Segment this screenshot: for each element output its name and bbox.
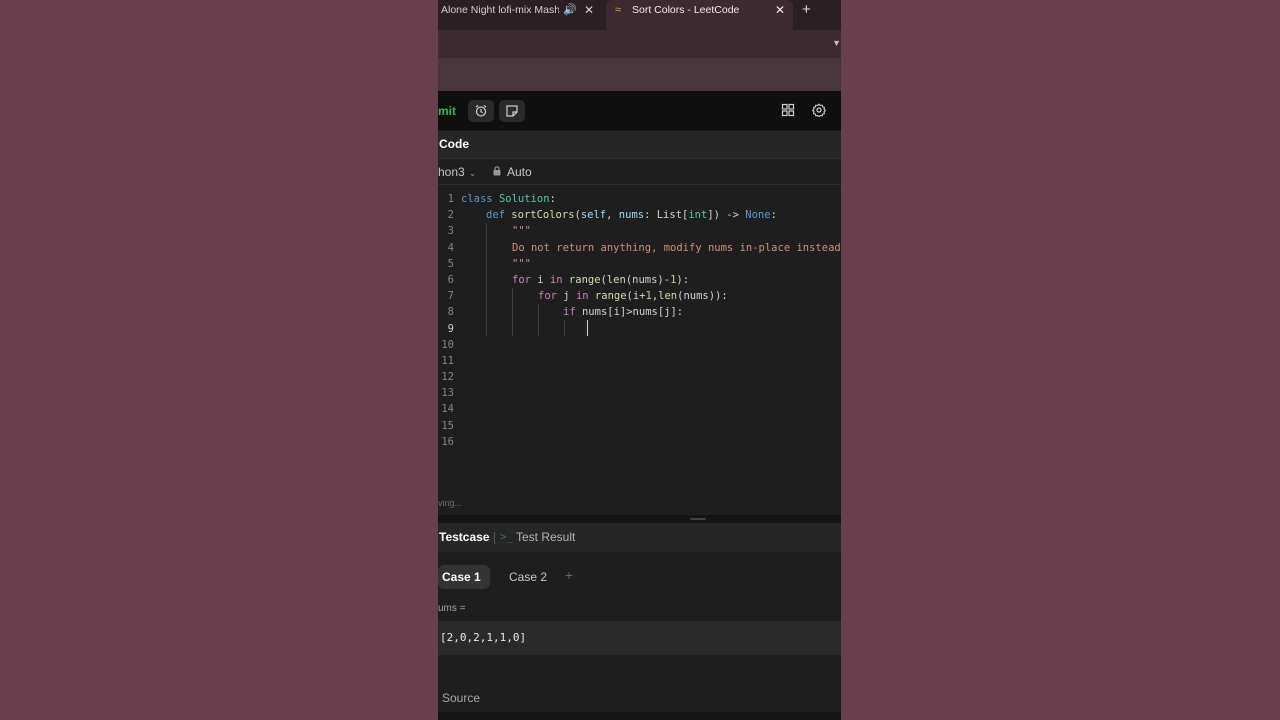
code-line: if nums[i]>nums[j]: [563, 306, 684, 319]
line-number: 3 [447, 225, 454, 238]
source-toggle[interactable]: Source [442, 691, 480, 705]
line-number: 5 [447, 257, 454, 270]
lock-icon [493, 166, 501, 176]
tab-testcase[interactable]: Testcase [439, 530, 489, 544]
testcase-header: Testcase >_ Test Result [438, 523, 841, 552]
terminal-icon: >_ [500, 530, 514, 543]
code-line: class Solution: [461, 193, 556, 205]
param-label: ums = [438, 603, 466, 614]
code-lines: class Solution: def sortColors(self, num… [461, 191, 841, 321]
line-number: 16 [441, 435, 454, 448]
line-numbers: 1 2 3 4 5 6 7 8 9 10 11 12 13 14 15 16 [438, 191, 454, 450]
code-line: """ [512, 257, 531, 270]
code-line: """ [512, 225, 531, 238]
line-number: 8 [447, 306, 454, 319]
add-case-icon[interactable]: + [565, 567, 573, 583]
save-status: ving... [438, 498, 463, 508]
line-number: 7 [447, 290, 454, 303]
code-line: Do not return anything, modify nums in-p… [512, 241, 841, 254]
timer-button[interactable] [468, 100, 494, 122]
text-cursor [587, 320, 588, 336]
case-1-tab[interactable]: Case 1 [438, 565, 490, 589]
line-number: 11 [441, 354, 454, 367]
background-left [0, 0, 438, 720]
bottom-edge [438, 712, 841, 720]
code-line: for i in range(len(nums)-1): [512, 273, 690, 286]
line-number: 2 [447, 209, 454, 222]
code-panel-header: Code [438, 131, 841, 159]
line-number: 6 [447, 273, 454, 286]
panel-title: Code [439, 137, 469, 151]
alarm-clock-icon [475, 105, 487, 117]
bookmarks-bar [438, 58, 841, 91]
param-input[interactable]: [2,0,2,1,1,0] [438, 621, 841, 655]
new-tab-icon[interactable]: + [802, 1, 811, 18]
leetcode-favicon: ≈ [615, 4, 622, 16]
speaker-icon[interactable]: 🔊 [563, 3, 577, 16]
line-number: 13 [441, 387, 454, 400]
tab-title: Sort Colors - LeetCode [632, 4, 740, 16]
layout-icon[interactable] [781, 103, 795, 117]
line-number: 14 [441, 403, 454, 416]
language-label: hon3 [438, 165, 465, 179]
case-2-tab[interactable]: Case 2 [509, 570, 547, 584]
tab-separator [494, 532, 495, 544]
indent-guide [564, 320, 565, 336]
editor-toolbar: hon3 ⌄ Auto [438, 159, 841, 185]
chevron-down-icon[interactable]: ▼ [832, 38, 841, 48]
code-editor[interactable]: 1 2 3 4 5 6 7 8 9 10 11 12 13 14 15 16 c… [438, 185, 841, 515]
browser-tab-music[interactable]: Alone Night lofi-mix Mash 🔊 ✕ [438, 0, 606, 30]
app-window: Alone Night lofi-mix Mash 🔊 ✕ ≈ Sort Col… [438, 0, 841, 720]
browser-tab-leetcode[interactable]: ≈ Sort Colors - LeetCode ✕ [606, 0, 793, 30]
tab-title: Alone Night lofi-mix Mash [441, 4, 559, 16]
drag-grip-icon [690, 518, 706, 520]
code-line: def sortColors(self, nums: List[int]) ->… [486, 209, 777, 222]
language-select[interactable]: hon3 ⌄ [438, 165, 476, 179]
line-number: 12 [441, 371, 454, 384]
param-value: [2,0,2,1,1,0] [440, 631, 527, 644]
note-icon [506, 105, 518, 117]
line-number: 1 [447, 193, 454, 205]
panel-resize-handle[interactable] [438, 515, 841, 523]
line-number: 10 [441, 338, 454, 351]
line-number: 15 [441, 419, 454, 432]
chevron-down-icon: ⌄ [468, 168, 477, 178]
address-bar[interactable]: ▼ [438, 30, 841, 58]
background-right [841, 0, 1280, 720]
line-number: 4 [447, 241, 454, 254]
submit-button[interactable]: mit [438, 101, 464, 121]
code-line: for j in range(i+1,len(nums)): [538, 290, 728, 303]
notes-button[interactable] [499, 100, 525, 122]
gear-icon[interactable] [812, 103, 826, 117]
close-icon[interactable]: ✕ [584, 3, 594, 17]
tab-test-result[interactable]: Test Result [516, 530, 575, 544]
line-number-current: 9 [447, 322, 454, 335]
autosave-label: Auto [507, 165, 532, 179]
case-label: Case 1 [442, 570, 481, 584]
close-icon[interactable]: ✕ [775, 3, 785, 17]
